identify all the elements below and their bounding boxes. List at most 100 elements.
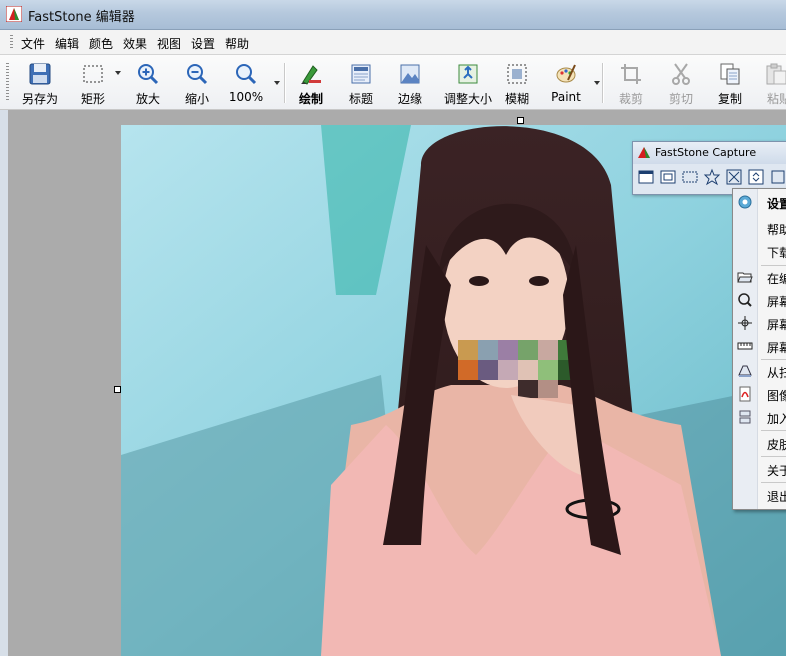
faststone-logo-icon xyxy=(638,147,650,158)
menu-separator xyxy=(761,430,786,431)
edge-button[interactable]: 边缘 xyxy=(383,57,437,107)
menu-separator xyxy=(761,456,786,457)
menu-file[interactable]: 文件 xyxy=(21,35,45,52)
scanner-icon xyxy=(738,365,752,377)
save-as-button[interactable]: 另存为 xyxy=(13,57,67,107)
caption-icon xyxy=(351,64,371,84)
menu-item-label: 加入 xyxy=(767,412,786,426)
menu-item-exit[interactable]: 退出 xyxy=(733,484,786,506)
pdf-icon xyxy=(739,386,751,402)
menu-item-download[interactable]: 下载 xyxy=(733,240,786,262)
photo-illustration xyxy=(121,125,786,656)
copy-button[interactable]: 复制 xyxy=(703,57,757,107)
caption-button[interactable]: 标题 xyxy=(334,57,388,107)
app-icon xyxy=(6,6,22,22)
menu-view[interactable]: 视图 xyxy=(157,35,181,52)
capture-object-icon[interactable] xyxy=(659,168,677,186)
resize-handle-top[interactable] xyxy=(517,117,524,124)
zoom-level-button[interactable]: 100% xyxy=(219,57,273,107)
menu-item-skin[interactable]: 皮肤 xyxy=(733,432,786,454)
scissors-icon xyxy=(672,63,690,85)
menu-bar: 文件 编辑 颜色 效果 视图 设置 帮助 xyxy=(0,30,786,55)
blur-label: 模糊 xyxy=(504,92,529,106)
zoom-out-button[interactable]: 缩小 xyxy=(170,57,224,107)
menu-item-label: 皮肤 xyxy=(767,438,786,452)
join-images-icon xyxy=(739,410,751,424)
capture-panel: FastStone Capture xyxy=(632,141,786,195)
paste-icon xyxy=(766,63,786,85)
menu-item-help[interactable]: 帮助 xyxy=(733,217,786,239)
crop-button[interactable]: 裁剪 xyxy=(604,57,658,107)
menu-item-open-in-editor[interactable]: 在编 xyxy=(733,266,786,288)
caption-label: 标题 xyxy=(348,92,373,106)
menu-effects[interactable]: 效果 xyxy=(123,35,147,52)
resize-icon xyxy=(458,64,478,84)
paint-palette-icon xyxy=(556,64,576,83)
window-title: FastStone 编辑器 xyxy=(28,10,135,25)
edge-effect-icon xyxy=(400,64,420,84)
save-as-label: 另存为 xyxy=(21,92,58,106)
menu-help[interactable]: 帮助 xyxy=(225,35,249,52)
menu-item-label: 屏幕 xyxy=(767,341,786,355)
zoom-dropdown-arrow[interactable] xyxy=(274,81,280,85)
capture-panel-titlebar[interactable]: FastStone Capture xyxy=(633,142,786,164)
crop-icon xyxy=(621,64,641,84)
paint-dropdown-arrow[interactable] xyxy=(594,81,600,85)
zoom-in-button[interactable]: 放大 xyxy=(121,57,175,107)
menu-item-label: 关于 xyxy=(767,464,786,478)
menu-item-label: 屏幕 xyxy=(767,295,786,309)
menu-item-join-images[interactable]: 加入 xyxy=(733,406,786,428)
paint-button[interactable]: Paint xyxy=(539,57,593,107)
menu-item-image-to-pdf[interactable]: 图像 xyxy=(733,383,786,405)
menu-item-label: 图像 xyxy=(767,389,786,403)
floppy-disk-icon xyxy=(29,63,51,85)
draw-button[interactable]: 绘制 xyxy=(284,57,338,107)
menu-item-label: 屏幕 xyxy=(767,318,786,332)
menu-item-settings[interactable]: 设置 xyxy=(733,191,786,213)
window-left-border xyxy=(0,110,8,656)
capture-scroll-icon[interactable] xyxy=(747,168,765,186)
capture-menu: 设置 帮助 下载 在编 屏幕 屏幕 屏幕 从扫 图像 加入 皮肤 关于 退出 xyxy=(732,188,786,510)
paste-button[interactable]: 粘贴 xyxy=(751,57,786,107)
menu-item-screen-magnifier[interactable]: 屏幕 xyxy=(733,289,786,311)
menu-item-label: 下载 xyxy=(767,246,786,260)
capture-freehand-icon[interactable] xyxy=(703,168,721,186)
crosshair-icon xyxy=(738,316,752,330)
menu-edit[interactable]: 编辑 xyxy=(55,35,79,52)
paste-label: 粘贴 xyxy=(767,92,786,106)
toolbar-grip[interactable] xyxy=(6,63,9,101)
zoom-in-icon xyxy=(138,64,159,85)
paint-label: Paint xyxy=(551,90,581,104)
menu-item-label: 从扫 xyxy=(767,366,786,380)
menu-item-screen-color-picker[interactable]: 屏幕 xyxy=(733,312,786,334)
menu-item-label: 在编 xyxy=(767,272,786,286)
menu-item-about[interactable]: 关于 xyxy=(733,458,786,480)
capture-fullscreen-icon[interactable] xyxy=(725,168,743,186)
edited-image[interactable] xyxy=(121,125,786,656)
zoom-level-label: 100% xyxy=(228,90,264,104)
zoom-in-label: 放大 xyxy=(135,92,160,106)
cut-button[interactable]: 剪切 xyxy=(654,57,708,107)
magnifier-icon xyxy=(236,64,257,85)
rectangle-select-icon xyxy=(83,65,103,83)
menu-settings[interactable]: 设置 xyxy=(191,35,215,52)
menu-item-screen-ruler[interactable]: 屏幕 xyxy=(733,335,786,357)
folder-open-icon xyxy=(737,272,753,283)
capture-window-icon[interactable] xyxy=(637,168,655,186)
toolbar: 另存为 矩形 放大 缩小 100% 绘制 标题 边缘 调整大小 模糊 Paint… xyxy=(0,55,786,110)
menu-item-label: 帮助 xyxy=(767,223,786,237)
menu-color[interactable]: 颜色 xyxy=(89,35,113,52)
menu-separator xyxy=(761,482,786,483)
rectangle-button[interactable]: 矩形 xyxy=(66,57,120,107)
blur-button[interactable]: 模糊 xyxy=(490,57,544,107)
rectangle-label: 矩形 xyxy=(80,92,105,106)
menu-item-from-scanner[interactable]: 从扫 xyxy=(733,360,786,382)
resize-handle-left[interactable] xyxy=(114,386,121,393)
draw-pen-icon xyxy=(301,65,321,85)
menu-item-label: 退出 xyxy=(767,490,786,504)
capture-rectangle-icon[interactable] xyxy=(681,168,699,186)
menu-grip[interactable] xyxy=(10,35,13,50)
capture-fixed-region-icon[interactable] xyxy=(769,168,786,186)
ruler-icon xyxy=(737,342,753,350)
zoom-out-label: 缩小 xyxy=(184,92,209,106)
